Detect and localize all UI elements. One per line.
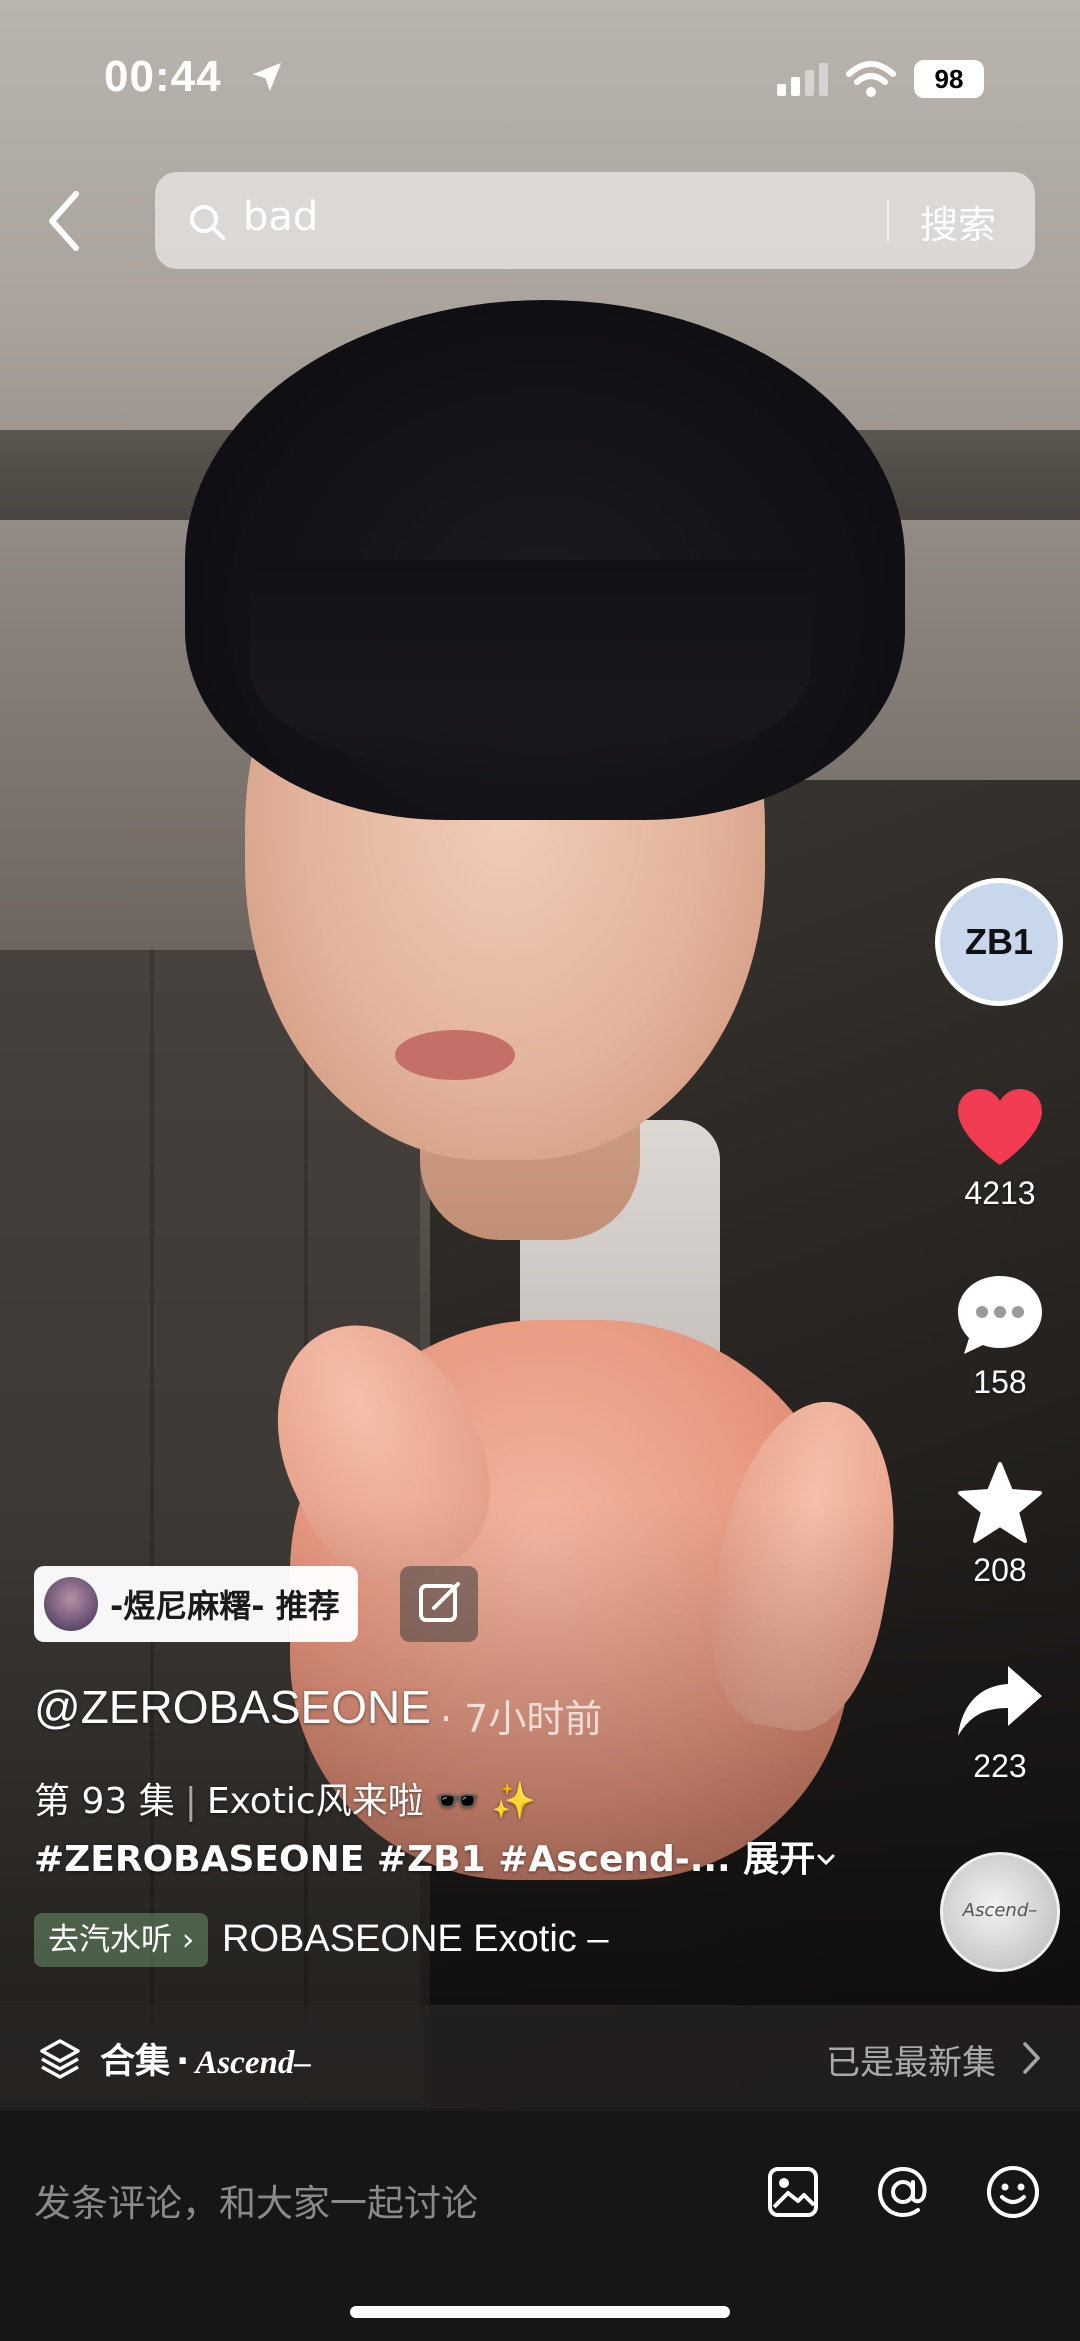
comment-count: 158 xyxy=(973,1364,1027,1400)
listen-on-app-chip[interactable]: 去汽水听 › xyxy=(34,1913,209,1967)
chevron-down-icon xyxy=(817,1854,835,1866)
clock: 00:44 xyxy=(104,52,222,101)
share-count: 223 xyxy=(973,1748,1027,1784)
favorite-button[interactable]: 208 xyxy=(945,1460,1055,1589)
hashtag-line[interactable]: #ZEROBASEONE #ZB1 #Ascend-... 展开 xyxy=(34,1830,837,1882)
wifi-icon xyxy=(846,61,896,97)
status-bar: 00:44 98 xyxy=(0,0,1080,150)
collection-label: 合集 · Ascend– xyxy=(100,2033,311,2084)
collection-dot: · xyxy=(176,2042,190,2082)
favorite-count: 208 xyxy=(973,1552,1027,1588)
recommender-avatar xyxy=(44,1577,98,1631)
collection-status: 已是最新集 xyxy=(826,2043,996,2083)
heart-icon xyxy=(958,1089,1042,1165)
subject-fringe xyxy=(250,560,810,780)
subject-lips xyxy=(395,1030,515,1080)
signal-icon xyxy=(777,63,828,96)
image-icon[interactable] xyxy=(762,2161,824,2223)
episode-separator: | xyxy=(184,1781,197,1822)
collection-name: Ascend– xyxy=(195,2045,311,2081)
collection-title: 合集 xyxy=(100,2042,171,2082)
expand-button[interactable]: 展开 xyxy=(743,1839,815,1880)
collection-bar[interactable]: 合集 · Ascend– 已是最新集 xyxy=(0,2005,1080,2111)
battery-indicator: 98 xyxy=(914,60,984,98)
home-indicator[interactable] xyxy=(350,2306,730,2318)
caption-text: Exotic风来啦 🕶️ ✨ xyxy=(206,1781,537,1822)
music-disc[interactable]: Ascend– xyxy=(940,1852,1060,1972)
share-arrow-icon xyxy=(958,1666,1042,1736)
location-arrow-icon xyxy=(252,62,282,92)
recommender-label: -煜尼麻糬- 推荐 xyxy=(110,1587,340,1625)
edit-button[interactable] xyxy=(400,1566,478,1642)
mention-icon[interactable] xyxy=(872,2161,934,2223)
episode-line: 第 93 集 | Exotic风来啦 🕶️ ✨ xyxy=(34,1772,536,1824)
edit-icon xyxy=(419,1582,460,1622)
layers-icon xyxy=(40,2039,80,2079)
hashtags[interactable]: #ZEROBASEONE #ZB1 #Ascend-... xyxy=(34,1839,731,1880)
search-divider xyxy=(887,200,889,242)
author-name[interactable]: @ZEROBASEONE xyxy=(34,1680,431,1734)
star-icon xyxy=(958,1462,1042,1543)
chevron-right-icon xyxy=(1023,2042,1041,2074)
share-button[interactable]: 223 xyxy=(945,1662,1055,1785)
episode-number: 第 93 集 xyxy=(34,1781,175,1822)
search-icon xyxy=(190,205,225,240)
recommended-by-chip[interactable]: -煜尼麻糬- 推荐 xyxy=(34,1566,358,1642)
search-bar[interactable]: bad 搜索 xyxy=(155,172,1035,269)
comment-input[interactable]: 发条评论，和大家一起讨论 xyxy=(34,2173,478,2227)
comment-icon xyxy=(958,1276,1042,1354)
creator-avatar[interactable]: ZB1 xyxy=(935,878,1063,1006)
search-button[interactable]: 搜索 xyxy=(920,194,996,249)
search-input[interactable]: bad xyxy=(243,194,318,240)
back-icon[interactable] xyxy=(40,186,90,256)
music-track[interactable]: ROBASEONE Exotic – xyxy=(222,1918,608,1961)
like-button[interactable]: 4213 xyxy=(945,1085,1055,1212)
emoji-icon[interactable] xyxy=(982,2161,1044,2223)
post-time: · 7小时前 xyxy=(440,1697,603,1741)
like-count: 4213 xyxy=(964,1175,1036,1211)
comment-button[interactable]: 158 xyxy=(945,1272,1055,1401)
